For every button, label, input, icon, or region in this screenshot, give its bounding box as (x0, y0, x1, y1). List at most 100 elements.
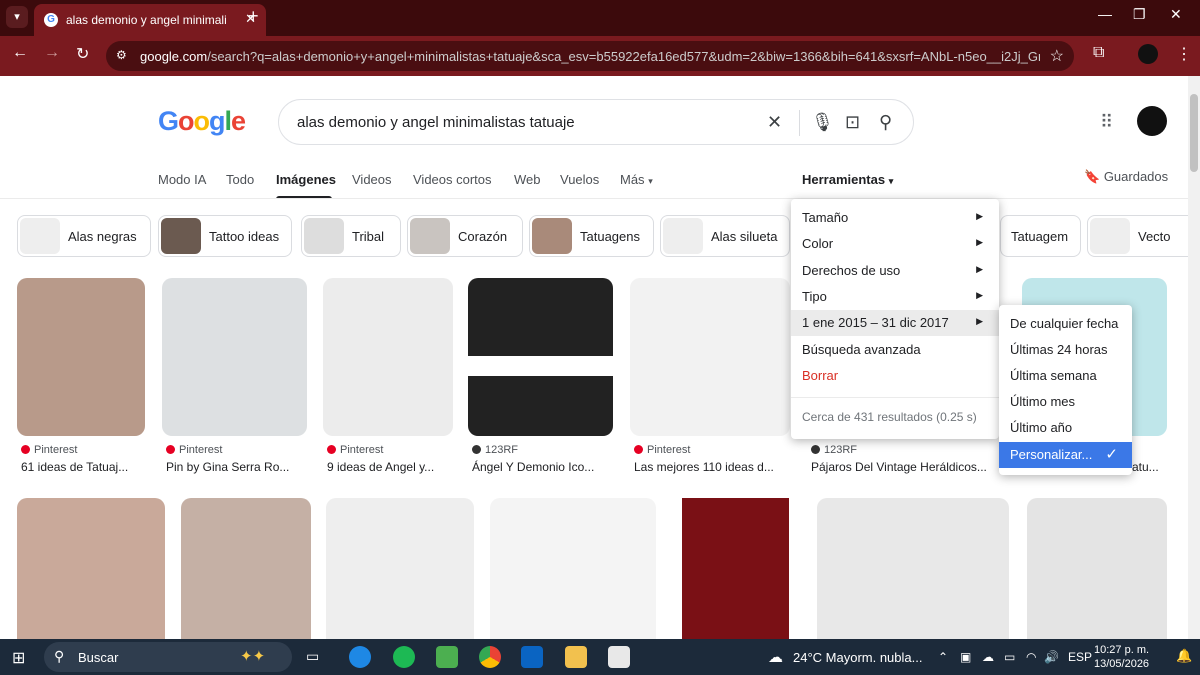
apps-grid-icon[interactable]: ⠿ (1100, 112, 1113, 133)
image-result[interactable] (1027, 498, 1167, 658)
date-option-week[interactable]: Última semana (999, 363, 1132, 389)
image-result[interactable] (181, 498, 311, 658)
back-icon[interactable]: ← (12, 44, 28, 62)
onedrive-icon[interactable]: ☁ (982, 650, 994, 664)
close-window-icon[interactable]: ✕ (1170, 6, 1182, 23)
menu-item-tamano[interactable]: Tamaño ▶ (791, 205, 999, 231)
tab-imagenes[interactable]: Imágenes (276, 172, 336, 187)
result-source[interactable]: 123RF (472, 444, 518, 456)
menu-item-date-range[interactable]: 1 ene 2015 – 31 dic 2017 ▶ (791, 310, 999, 336)
clock[interactable]: 10:27 p. m. 13/05/2026 (1094, 643, 1149, 671)
windows-start-icon[interactable]: ⊞ (12, 648, 25, 668)
chip-corazon[interactable]: Corazón (407, 215, 523, 257)
menu-item-busqueda-avanzada[interactable]: Búsqueda avanzada (791, 337, 999, 363)
result-source[interactable]: Pinterest (634, 444, 690, 456)
clear-icon[interactable]: ✕ (767, 112, 782, 133)
image-result[interactable] (817, 498, 1009, 658)
result-caption[interactable]: 61 ideas de Tatuaj... (21, 460, 145, 474)
image-result[interactable] (17, 498, 165, 658)
camera-lens-icon[interactable]: ⊡ (845, 112, 860, 133)
forward-icon[interactable]: → (44, 44, 60, 62)
result-thumbnail[interactable] (1027, 498, 1167, 658)
tab-videos-cortos[interactable]: Videos cortos (413, 172, 492, 187)
result-source[interactable]: 123RF (811, 444, 857, 456)
file-explorer-icon[interactable] (565, 646, 587, 668)
menu-item-borrar[interactable]: Borrar (791, 363, 999, 389)
browser-menu-icon[interactable]: ⋮ (1176, 44, 1192, 64)
address-bar[interactable]: ⚙ google.com/search?q=alas+demonio+y+ang… (106, 41, 1074, 71)
extensions-icon[interactable]: ⧉ (1093, 44, 1104, 62)
search-icon[interactable]: ⚲ (879, 112, 892, 133)
date-option-year[interactable]: Último año (999, 415, 1132, 441)
tab-web[interactable]: Web (514, 172, 541, 187)
result-thumbnail[interactable] (490, 498, 656, 658)
result-caption[interactable]: 9 ideas de Angel y... (327, 460, 453, 474)
tray-app-icon[interactable]: ▣ (960, 650, 971, 664)
menu-item-derechos[interactable]: Derechos de uso ▶ (791, 258, 999, 284)
notifications-icon[interactable]: 🔔 (1176, 648, 1192, 664)
tab-todo[interactable]: Todo (226, 172, 254, 187)
result-thumbnail[interactable] (817, 498, 1009, 658)
date-option-24h[interactable]: Últimas 24 horas (999, 337, 1132, 363)
spotify-icon[interactable] (393, 646, 415, 668)
result-thumbnail[interactable] (630, 278, 790, 436)
chip-tatuagens[interactable]: Tatuagens (529, 215, 654, 257)
wifi-icon[interactable]: ◠ (1026, 650, 1036, 664)
result-thumbnail[interactable] (468, 278, 613, 436)
show-hidden-icons[interactable]: ⌃ (938, 650, 948, 664)
weather-text[interactable]: 24°C Mayorm. nubla... (793, 650, 922, 665)
chip-alas-negras[interactable]: Alas negras (17, 215, 151, 257)
chip-tribal[interactable]: Tribal (301, 215, 401, 257)
tools-button[interactable]: Herramientas ▾ (802, 172, 893, 187)
tab-search-button[interactable]: ▾ (6, 6, 28, 28)
battery-icon[interactable]: ▭ (1004, 650, 1015, 664)
google-logo[interactable]: Google (158, 106, 246, 137)
tab-mas[interactable]: Más ▾ (620, 172, 653, 187)
microphone-icon[interactable]: 🎙 (811, 112, 834, 133)
image-result[interactable]: Pinterest 9 ideas de Angel y... (323, 278, 453, 478)
result-caption[interactable]: atu... (1132, 460, 1167, 474)
reload-icon[interactable]: ↻ (76, 44, 89, 64)
image-result[interactable]: 123RF Ángel Y Demonio Ico... (468, 278, 613, 478)
task-view-icon[interactable]: ▭ (306, 648, 319, 665)
date-option-month[interactable]: Último mes (999, 389, 1132, 415)
new-tab-button[interactable]: + (248, 6, 259, 27)
result-thumbnail[interactable] (682, 498, 789, 658)
search-box[interactable]: alas demonio y angel minimalistas tatuaj… (278, 99, 914, 145)
result-source[interactable]: Pinterest (327, 444, 383, 456)
taskbar-search[interactable]: ⚲ Buscar ✦✦ (44, 642, 292, 672)
date-option-custom[interactable]: Personalizar... ✓ (999, 442, 1132, 468)
account-avatar[interactable] (1137, 106, 1167, 136)
result-thumbnail[interactable] (17, 278, 145, 436)
image-result[interactable]: Pinterest Pin by Gina Serra Ro... (162, 278, 307, 478)
language-indicator[interactable]: ESP (1068, 650, 1092, 664)
image-result[interactable] (682, 498, 789, 658)
chip-tatuagem[interactable]: Tatuagem (1000, 215, 1081, 257)
profile-avatar[interactable] (1138, 44, 1158, 64)
menu-item-color[interactable]: Color ▶ (791, 231, 999, 257)
result-caption[interactable]: Las mejores 110 ideas d... (634, 460, 790, 474)
volume-icon[interactable]: 🔊 (1044, 650, 1059, 664)
result-thumbnail[interactable] (323, 278, 453, 436)
date-option-any[interactable]: De cualquier fecha (999, 311, 1132, 337)
bookmark-star-icon[interactable]: ☆ (1050, 46, 1064, 66)
microsoft-store-icon[interactable] (608, 646, 630, 668)
site-info-icon[interactable]: ⚙ (116, 48, 132, 64)
tab-videos[interactable]: Videos (352, 172, 392, 187)
tab-vuelos[interactable]: Vuelos (560, 172, 599, 187)
result-caption[interactable]: Pin by Gina Serra Ro... (166, 460, 307, 474)
result-thumbnail[interactable] (162, 278, 307, 436)
result-caption[interactable]: Pájaros Del Vintage Heráldicos... (811, 460, 1001, 474)
minecraft-icon[interactable] (436, 646, 458, 668)
saved-link[interactable]: 🔖 Guardados (1084, 169, 1168, 185)
menu-item-tipo[interactable]: Tipo ▶ (791, 284, 999, 310)
chip-alas-silueta[interactable]: Alas silueta (660, 215, 790, 257)
result-source[interactable]: Pinterest (21, 444, 77, 456)
image-result[interactable] (490, 498, 656, 658)
tab-modo-ia[interactable]: Modo IA (158, 172, 206, 187)
result-source[interactable]: Pinterest (166, 444, 222, 456)
outlook-icon[interactable] (521, 646, 543, 668)
image-result[interactable]: Pinterest 61 ideas de Tatuaj... (17, 278, 145, 478)
minimize-icon[interactable]: — (1098, 6, 1112, 22)
chip-tattoo-ideas[interactable]: Tattoo ideas (158, 215, 292, 257)
